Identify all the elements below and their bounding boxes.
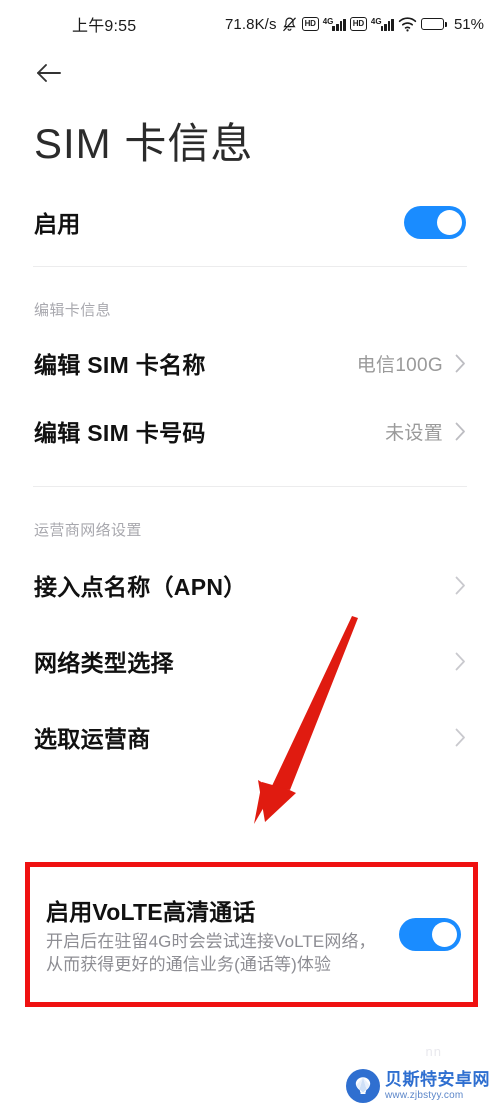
site-watermark: 贝斯特安卓网 www.zjbstyy.com (346, 1069, 490, 1103)
wifi-icon (398, 16, 417, 32)
watermark-logo-icon (346, 1069, 380, 1103)
hd-badge-sim2: HD (349, 17, 367, 31)
row-edit-sim-name-value: 电信100G (356, 354, 443, 376)
watermark-site-url: www.zjbstyy.com (385, 1090, 464, 1101)
volte-title: 启用VoLTE高清通话 (46, 898, 256, 925)
row-edit-sim-number-value: 未设置 (385, 422, 443, 444)
chevron-right-icon (455, 422, 466, 441)
status-bar: 上午9:55 71.8K/s HD 4G HD 4G 51% (0, 0, 500, 48)
signal-bars-sim1: 4G (323, 17, 346, 31)
hd-badge-sim1: HD (301, 17, 319, 31)
row-edit-sim-name-label: 编辑 SIM 卡名称 (34, 352, 206, 379)
mute-bell-icon (281, 16, 298, 33)
row-network-type[interactable]: 网络类型选择 (0, 630, 500, 692)
page-title: SIM 卡信息 (34, 120, 254, 167)
chevron-right-icon (455, 728, 466, 747)
section-label-card-info: 编辑卡信息 (34, 302, 112, 320)
watermark-site-name: 贝斯特安卓网 (385, 1070, 490, 1089)
row-volte-hd-calling[interactable]: 启用VoLTE高清通话 开启后在驻留4G时会尝试连接VoLTE网络，从而获得更好… (25, 862, 478, 1007)
row-edit-sim-name[interactable]: 编辑 SIM 卡名称 电信100G (0, 332, 500, 394)
row-enable-sim-label: 启用 (34, 211, 81, 238)
enable-sim-toggle[interactable] (404, 205, 466, 239)
watermark-text-block: 贝斯特安卓网 www.zjbstyy.com (385, 1071, 490, 1101)
back-arrow-icon[interactable] (34, 58, 64, 88)
divider-2 (33, 486, 467, 488)
row-select-carrier[interactable]: 选取运营商 (0, 706, 500, 768)
row-apn-label: 接入点名称（APN） (34, 574, 247, 601)
volte-text-block: 启用VoLTE高清通话 开启后在驻留4G时会尝试连接VoLTE网络，从而获得更好… (46, 893, 399, 977)
battery-percent-text: 51% (453, 15, 484, 33)
row-network-type-label: 网络类型选择 (34, 650, 174, 677)
chevron-right-icon (455, 354, 466, 373)
section-label-carrier-network: 运营商网络设置 (34, 522, 142, 540)
chevron-right-icon (455, 576, 466, 595)
row-enable-sim[interactable]: 启用 (0, 190, 500, 254)
chevron-right-icon (455, 652, 466, 671)
signal-strength-icon-sim1 (332, 17, 346, 31)
row-edit-sim-number[interactable]: 编辑 SIM 卡号码 未设置 (0, 400, 500, 462)
status-time: 上午9:55 (72, 18, 137, 35)
volte-description: 开启后在驻留4G时会尝试连接VoLTE网络，从而获得更好的通信业务(通话等)体验 (46, 931, 376, 974)
row-select-carrier-label: 选取运营商 (34, 726, 151, 753)
status-icons-group: 71.8K/s HD 4G HD 4G 51% (225, 0, 484, 48)
back-button-row[interactable] (0, 48, 500, 98)
volte-toggle[interactable] (399, 918, 461, 951)
watermark-ghost-text: nn (425, 1044, 442, 1059)
signal-bars-sim2: 4G (371, 17, 394, 31)
signal-strength-icon-sim2 (380, 17, 394, 31)
divider-1 (33, 266, 467, 268)
row-apn[interactable]: 接入点名称（APN） (0, 554, 500, 616)
network-speed-text: 71.8K/s (224, 15, 277, 33)
battery-icon (420, 18, 447, 30)
row-edit-sim-number-label: 编辑 SIM 卡号码 (34, 420, 206, 447)
